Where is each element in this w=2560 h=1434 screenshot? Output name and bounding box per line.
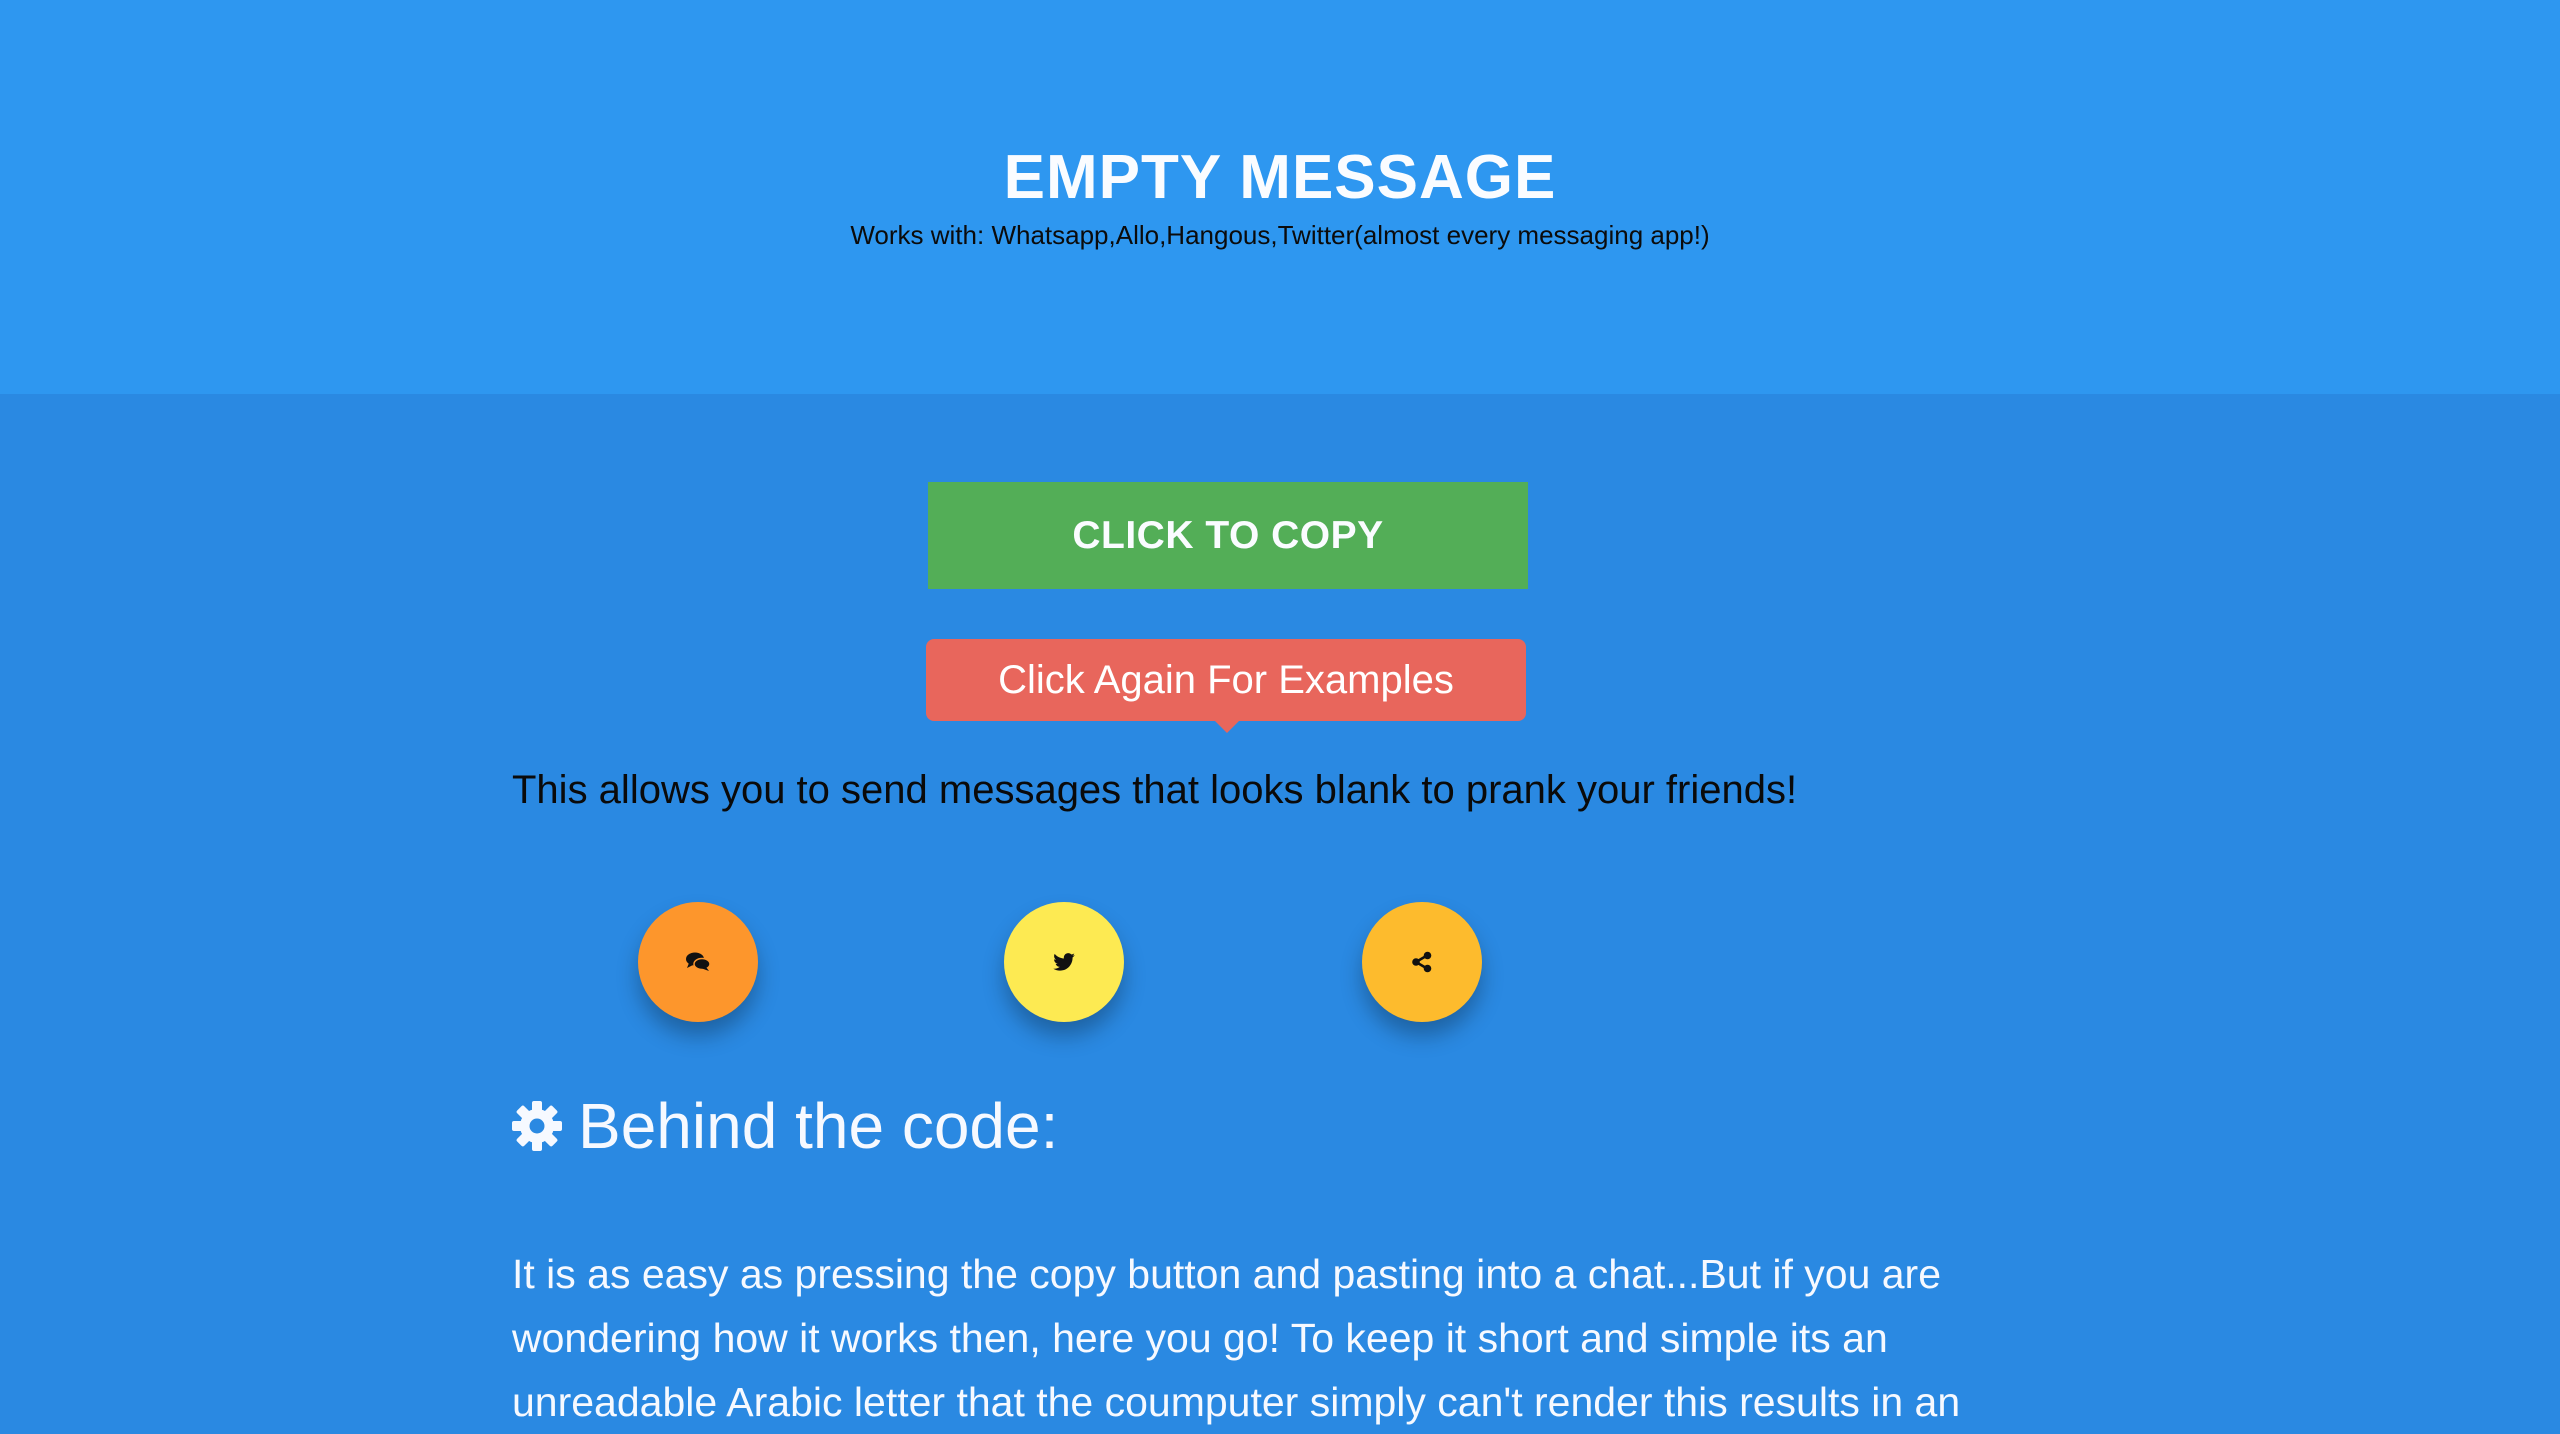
generic-share-button[interactable] (1362, 902, 1482, 1022)
explanation-text: It is as easy as pressing the copy butto… (512, 1251, 1961, 1425)
twitter-icon (1053, 953, 1075, 971)
page-subtitle: Works with: Whatsapp,Allo,Hangous,Twitte… (850, 220, 1710, 250)
description-text: This allows you to send messages that lo… (512, 768, 1798, 812)
chat-share-button[interactable] (638, 902, 758, 1022)
page-header: EMPTY MESSAGE Works with: Whatsapp,Allo,… (0, 0, 2560, 394)
main-content: CLICK TO COPY Click Again For Examples T… (0, 394, 2560, 1425)
page-title: EMPTY MESSAGE (1003, 143, 1557, 212)
section-heading-label: Behind the code: (578, 1090, 1059, 1162)
share-icon (1412, 951, 1432, 973)
copy-button[interactable]: CLICK TO COPY (928, 482, 1528, 589)
tooltip-arrow (1215, 721, 1239, 733)
chat-icon (686, 952, 711, 971)
examples-tooltip: Click Again For Examples (926, 639, 1526, 721)
section-heading: Behind the code: (510, 1084, 1058, 1168)
twitter-share-button[interactable] (1004, 902, 1124, 1022)
gear-icon (512, 1101, 562, 1151)
